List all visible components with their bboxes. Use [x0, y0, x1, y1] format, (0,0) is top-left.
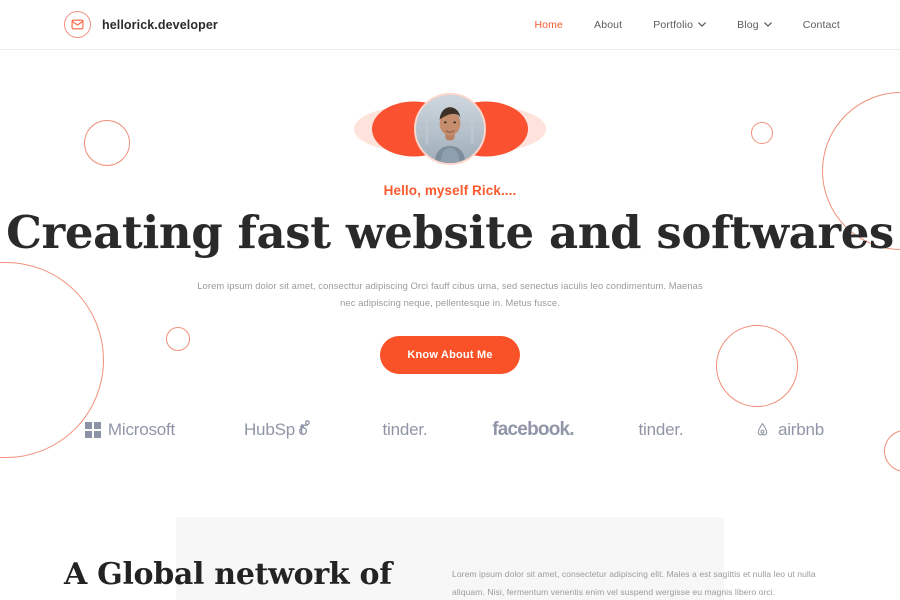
hero-section: Hello, myself Rick.... Creating fast web…: [0, 50, 900, 450]
logo-label: tinder.: [638, 419, 684, 439]
page-title: Creating fast website and softwares: [6, 206, 894, 259]
nav-item-contact[interactable]: Contact: [803, 19, 840, 31]
partner-logos: Microsoft HubSp t tinder. facebook. tind…: [0, 410, 900, 450]
chevron-down-icon: [698, 22, 706, 27]
brand-name: hellorick.developer: [102, 17, 218, 32]
hero-avatar-group: [354, 93, 546, 165]
logo-facebook: facebook.: [469, 410, 597, 450]
main-navigation: Home About Portfolio Blog Contact: [534, 19, 840, 31]
section-title: A Global network of: [64, 557, 392, 592]
nav-label: Blog: [737, 18, 759, 31]
nav-label: Portfolio: [653, 18, 694, 31]
logo-hubspot: HubSp t: [213, 410, 341, 450]
nav-item-portfolio[interactable]: Portfolio: [653, 19, 706, 31]
avatar: [414, 93, 486, 165]
logo-label: HubSp t: [243, 419, 305, 439]
logo-label: airbnb: [777, 419, 825, 439]
hero-description: Lorem ipsum dolor sit amet, consecttur a…: [197, 280, 703, 309]
logo-label: facebook.: [492, 418, 574, 440]
hubspot-sprocket-icon: [298, 420, 310, 436]
site-header: hellorick.developer Home About Portfolio…: [0, 0, 900, 50]
nav-item-blog[interactable]: Blog: [737, 19, 772, 31]
brand-logo[interactable]: hellorick.developer: [64, 11, 218, 38]
logo-microsoft: Microsoft: [47, 410, 213, 450]
section-description: Lorem ipsum dolor sit amet, consectetur …: [452, 569, 816, 597]
hero-greeting: Hello, myself Rick....: [383, 183, 517, 198]
chevron-down-icon: [763, 22, 772, 27]
nav-item-home[interactable]: Home: [534, 19, 563, 31]
airbnb-belo-icon: [757, 423, 768, 436]
logo-airbnb: airbnb: [725, 410, 853, 450]
nav-item-about[interactable]: About: [594, 19, 622, 31]
microsoft-grid-icon: [84, 421, 101, 438]
envelope-icon: [64, 11, 91, 38]
know-about-me-button[interactable]: Know About Me: [380, 335, 520, 374]
logo-label: Microsoft: [107, 419, 176, 439]
logo-tinder-2: tinder.: [597, 410, 725, 450]
nav-label: Contact: [802, 18, 840, 31]
logo-tinder-1: tinder.: [341, 410, 469, 450]
nav-label: About: [594, 18, 623, 31]
logo-label: tinder.: [382, 419, 428, 439]
nav-label: Home: [534, 18, 564, 31]
page-root: hellorick.developer Home About Portfolio…: [0, 0, 900, 600]
